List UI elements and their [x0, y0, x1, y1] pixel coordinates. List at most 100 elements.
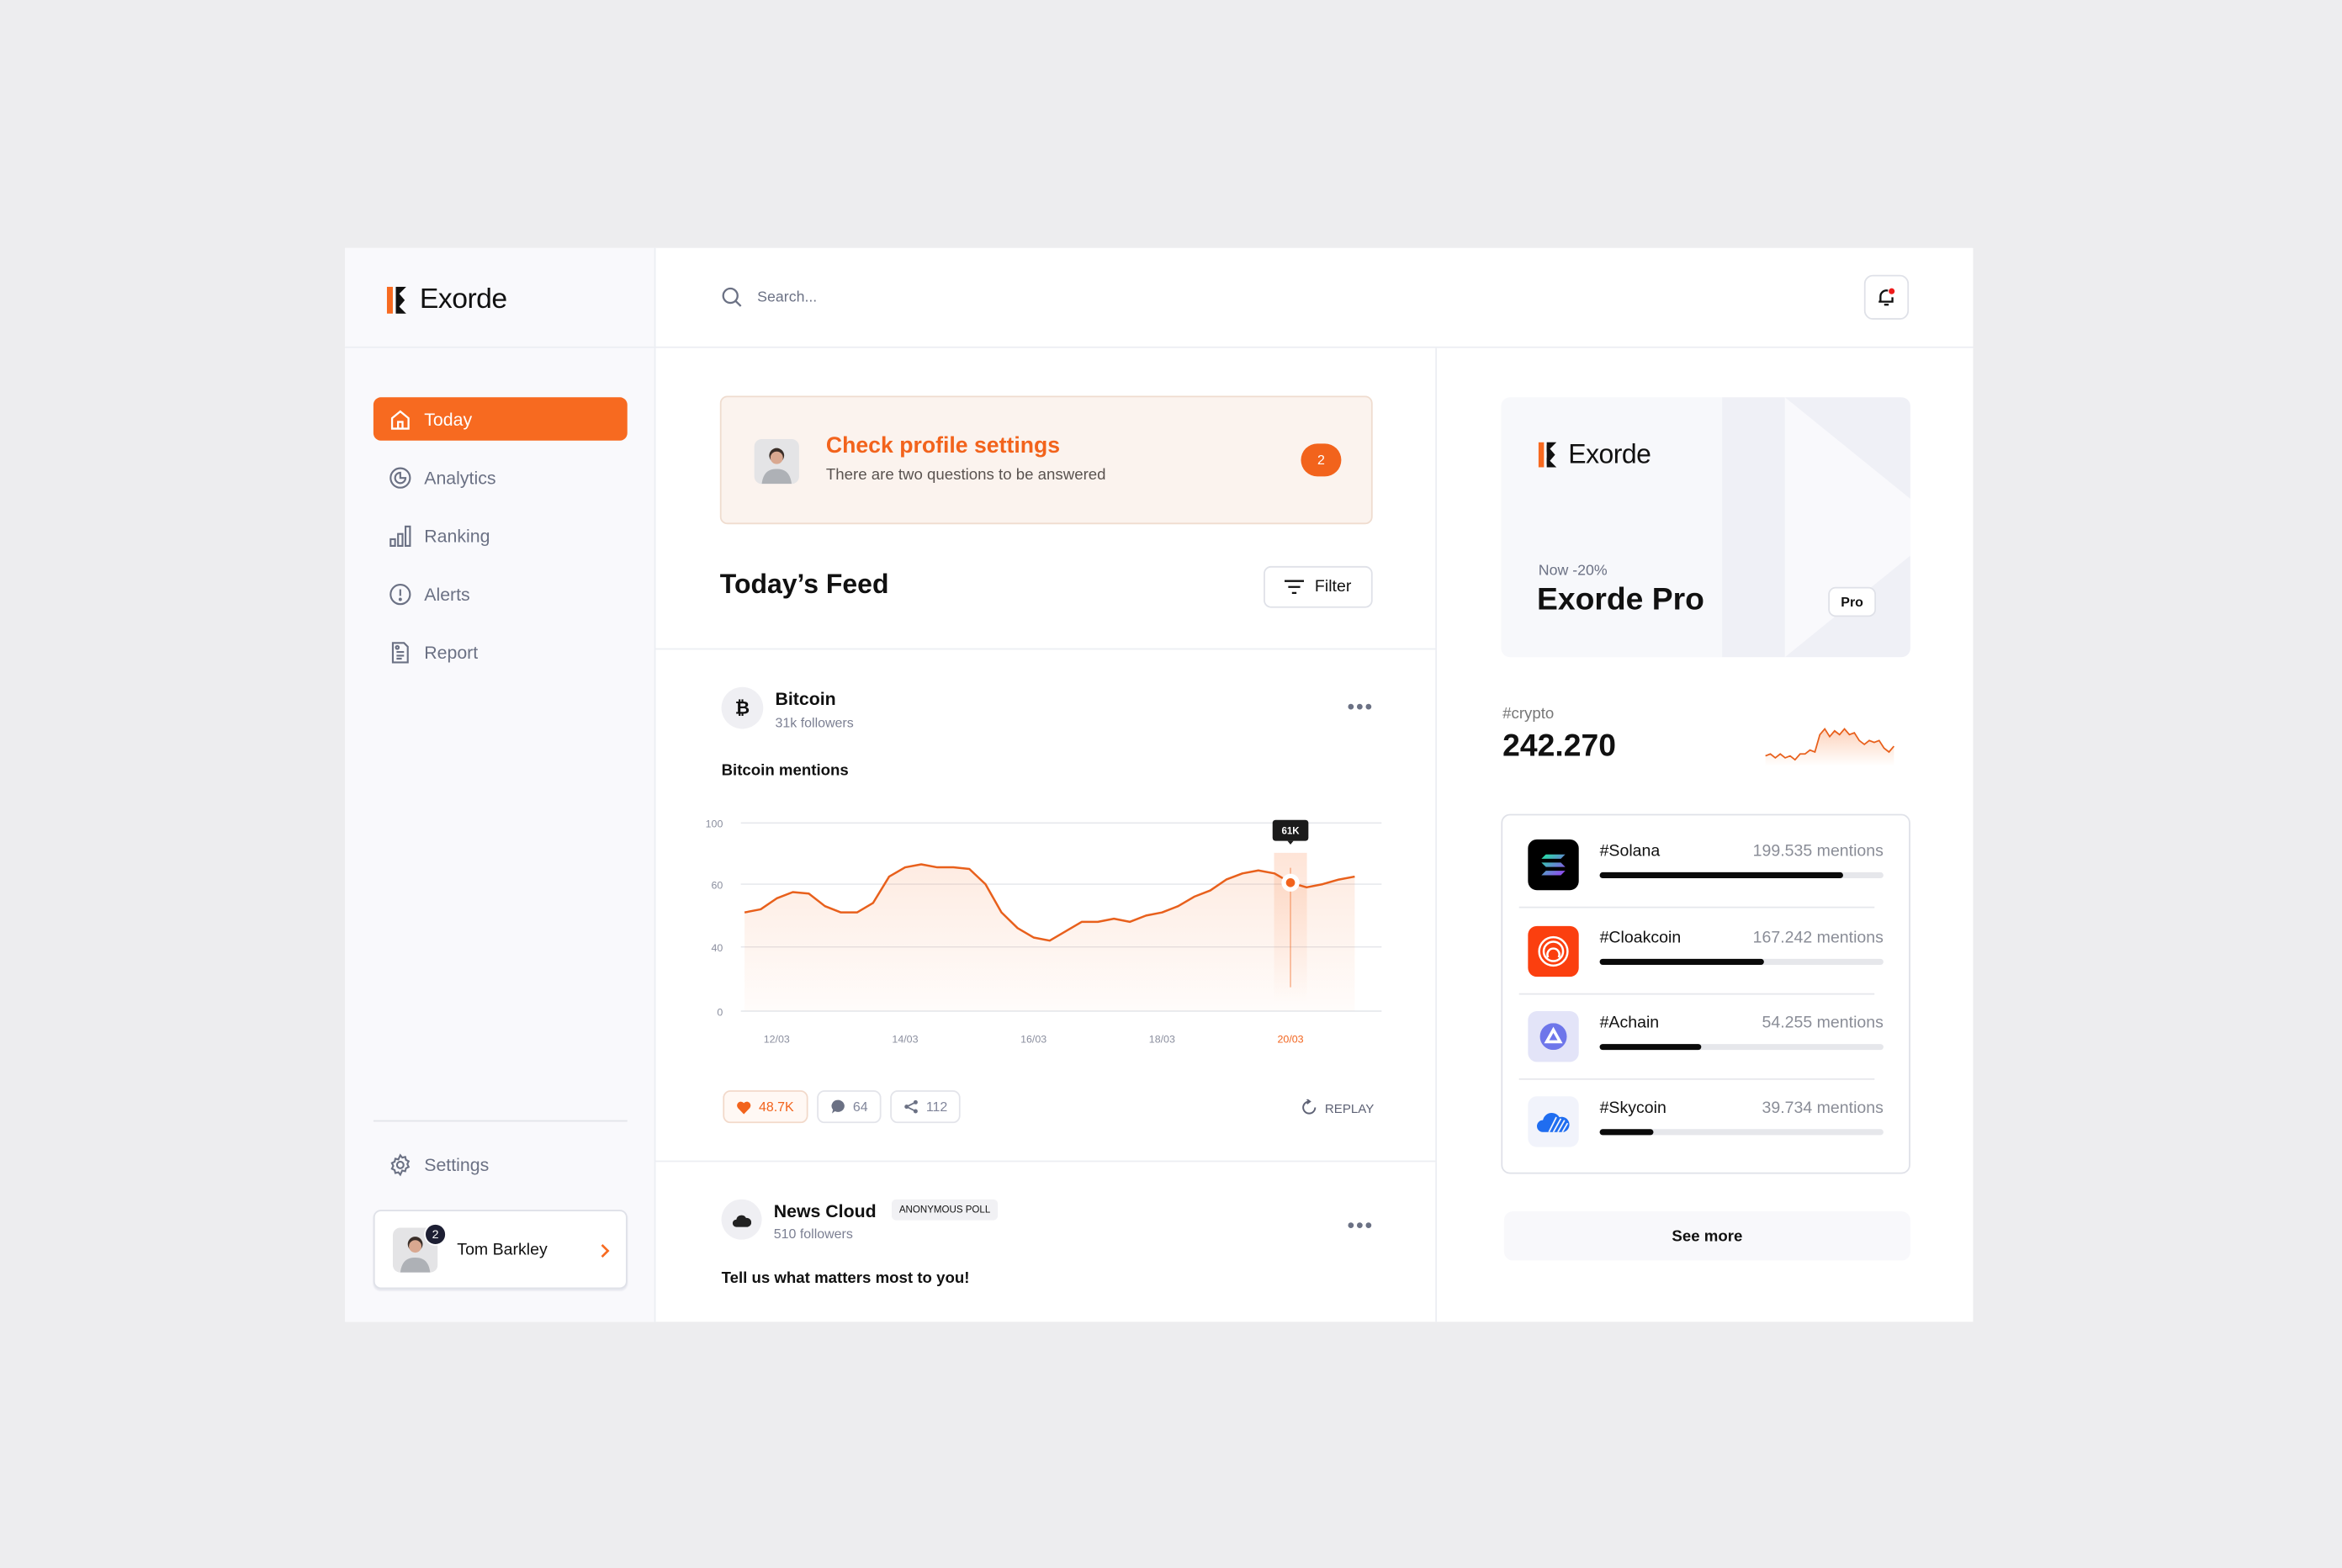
mention-count: 167.242 mentions — [1752, 929, 1884, 947]
promo-logo: Exorde — [1568, 438, 1651, 469]
sidebar-item-label: Ranking — [424, 525, 490, 546]
bar-chart-icon — [389, 524, 411, 547]
comment-icon — [831, 1099, 845, 1114]
x-tick-label: 16/03 — [1020, 1033, 1046, 1045]
x-tick-label: 18/03 — [1149, 1033, 1175, 1045]
alert-icon — [389, 583, 411, 605]
app-window: Exorde Today Analytics Ranking Alerts Re… — [345, 247, 1974, 1322]
main-feed: Check profile settings There are two que… — [655, 347, 1438, 1322]
comment-button[interactable]: 64 — [817, 1090, 882, 1124]
trending-list: #Solana 199.535 mentions #Cloakcoin 167.… — [1501, 813, 1910, 1174]
user-name: Tom Barkley — [457, 1240, 548, 1258]
crypto-tag: #crypto — [1502, 705, 1555, 723]
sidebar-item-alerts[interactable]: Alerts — [374, 572, 628, 615]
pro-button[interactable]: Pro — [1828, 586, 1877, 617]
gear-icon — [390, 1152, 411, 1176]
post-followers: 510 followers — [773, 1226, 853, 1242]
search-icon — [722, 287, 742, 307]
crypto-value: 242.270 — [1502, 728, 1616, 764]
coin-name: #Solana — [1599, 842, 1661, 861]
tooltip-label: 61K — [1281, 827, 1300, 837]
sidebar-item-analytics[interactable]: Analytics — [374, 456, 628, 499]
promo-title: Exorde Pro — [1536, 582, 1704, 617]
alert-subtitle: There are two questions to be answered — [825, 465, 1106, 485]
y-tick-label: 0 — [717, 1006, 723, 1018]
promo-discount: Now -20% — [1538, 563, 1608, 580]
coin-name: #Cloakcoin — [1599, 929, 1682, 947]
mention-share-fill — [1599, 958, 1765, 965]
sidebar-item-settings[interactable]: Settings — [374, 1142, 628, 1185]
tooltip-arrow — [1287, 840, 1294, 845]
solana-icon — [1528, 839, 1579, 891]
sidebar: Exorde Today Analytics Ranking Alerts Re… — [345, 247, 656, 1322]
filter-label: Filter — [1314, 578, 1352, 596]
mention-share-bar — [1599, 1129, 1884, 1136]
filter-button[interactable]: Filter — [1264, 565, 1373, 608]
replay-button[interactable]: REPLAY — [1301, 1099, 1374, 1116]
more-options-icon[interactable]: ••• — [1348, 695, 1374, 718]
like-button[interactable]: 48.7K — [723, 1090, 808, 1124]
sidebar-item-label: Settings — [424, 1153, 490, 1175]
mention-count: 54.255 mentions — [1762, 1014, 1884, 1032]
mentions-chart[interactable]: 100 60 40 0 12/03 14/03 16/03 18/03 20/03 61K — [703, 808, 1391, 1047]
exorde-logo-icon — [1538, 442, 1557, 468]
mention-share-bar — [1599, 958, 1884, 965]
mention-count: 39.734 mentions — [1762, 1099, 1884, 1118]
home-icon — [390, 409, 410, 429]
logo[interactable]: Exorde — [386, 283, 507, 316]
mention-share-bar — [1599, 871, 1884, 878]
exorde-logo-icon — [386, 286, 406, 314]
user-profile-card[interactable]: 2 Tom Barkley — [373, 1210, 628, 1290]
row-divider — [1518, 1078, 1875, 1080]
heart-icon — [737, 1100, 751, 1114]
post-followers: 31k followers — [775, 715, 854, 731]
post-body: Tell us what matters most to you! — [721, 1269, 970, 1288]
search-input[interactable]: Search... — [722, 287, 1469, 308]
y-tick-label: 100 — [706, 818, 723, 830]
post-author[interactable]: Bitcoin — [775, 689, 835, 710]
filter-icon — [1285, 580, 1305, 595]
bitcoin-icon: ₿ — [721, 686, 764, 729]
share-button[interactable]: 112 — [890, 1090, 962, 1124]
sidebar-item-report[interactable]: Report — [374, 630, 628, 673]
cloud-icon — [732, 1214, 752, 1226]
skycoin-icon — [1528, 1096, 1579, 1147]
replay-icon — [1302, 1099, 1317, 1115]
sidebar-item-label: Analytics — [424, 466, 496, 488]
analytics-icon — [389, 466, 411, 488]
notifications-button[interactable] — [1863, 274, 1910, 320]
bell-icon — [1878, 288, 1895, 306]
brand-header: Exorde — [345, 248, 656, 348]
comment-count: 64 — [852, 1099, 868, 1115]
row-divider — [1518, 906, 1875, 908]
achain-icon — [1528, 1011, 1579, 1062]
trending-row[interactable]: #Skycoin 39.734 mentions — [1502, 1096, 1909, 1147]
document-icon — [391, 641, 409, 663]
exorde-pro-promo[interactable]: Exorde Now -20% Exorde Pro Pro — [1501, 397, 1910, 658]
trending-row[interactable]: #Solana 199.535 mentions — [1502, 839, 1909, 891]
mention-share-fill — [1599, 1129, 1654, 1136]
sidebar-item-today[interactable]: Today — [373, 397, 628, 441]
top-bar: Search... — [655, 248, 1974, 348]
trending-row[interactable]: #Achain 54.255 mentions — [1502, 1011, 1909, 1062]
see-more-button[interactable]: See more — [1503, 1210, 1910, 1261]
replay-label: REPLAY — [1324, 1099, 1375, 1115]
post-body: Bitcoin mentions — [721, 761, 849, 780]
news-cloud-avatar — [721, 1199, 762, 1240]
sidebar-item-label: Today — [424, 408, 473, 430]
sidebar-item-ranking[interactable]: Ranking — [374, 514, 628, 557]
alert-title: Check profile settings — [825, 432, 1061, 459]
x-tick-label: 20/03 — [1278, 1033, 1304, 1045]
more-options-icon[interactable]: ••• — [1348, 1213, 1374, 1237]
profile-settings-alert[interactable]: Check profile settings There are two que… — [719, 395, 1373, 525]
sidebar-item-label: Report — [424, 641, 479, 663]
sidebar-divider — [373, 1120, 628, 1122]
sparkline-fill — [1765, 728, 1894, 766]
post-author[interactable]: News Cloud — [774, 1201, 877, 1222]
trending-row[interactable]: #Cloakcoin 167.242 mentions — [1502, 925, 1909, 977]
decor-band — [1722, 397, 1785, 658]
y-tick-label: 40 — [712, 942, 723, 954]
notification-count-badge: 2 — [424, 1223, 447, 1246]
highlight-point[interactable] — [1285, 877, 1296, 887]
cloakcoin-icon — [1528, 925, 1579, 977]
